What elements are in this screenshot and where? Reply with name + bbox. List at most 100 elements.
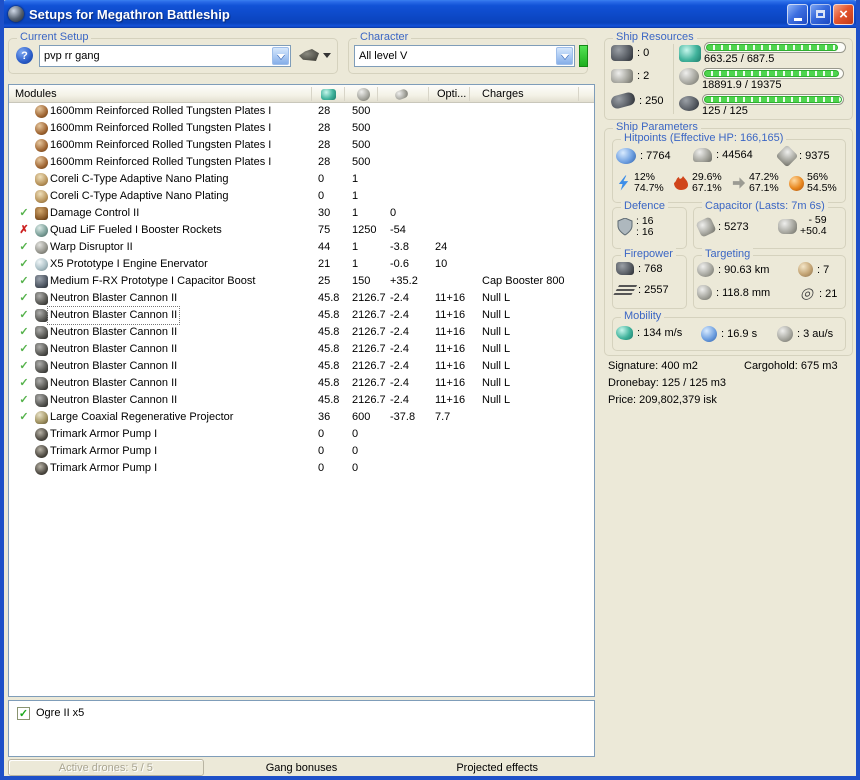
tab-projected-effects[interactable]: Projected effects (399, 759, 595, 776)
module-row[interactable]: ✓ X5 Prototype I Engine Enervator 21 1 -… (9, 256, 594, 273)
charges-column-header[interactable]: Charges (482, 85, 524, 103)
powergrid-resource: 18891.9 / 19375 (679, 68, 844, 91)
module-state-icon: ✓ (19, 394, 29, 406)
status-indicator (579, 45, 588, 67)
module-name[interactable]: Neutron Blaster Cannon II (48, 375, 179, 392)
max-targets-value: : 7 (817, 263, 830, 276)
module-row[interactable]: ✓ Neutron Blaster Cannon II 45.8 2126.7 … (9, 358, 594, 375)
module-name[interactable]: Large Coaxial Regenerative Projector (48, 409, 235, 426)
capacitor-amount-stat: : 5273 (695, 216, 749, 238)
module-row[interactable]: ✓ Neutron Blaster Cannon II 45.8 2126.7 … (9, 341, 594, 358)
targeting-label: Targeting (702, 248, 754, 261)
module-row[interactable]: ✓ Warp Disruptor II 44 1 -3.8 24 (9, 239, 594, 256)
module-name[interactable]: 1600mm Reinforced Rolled Tungsten Plates… (48, 137, 273, 154)
module-powergrid: 2126.7 (352, 292, 386, 304)
module-state-icon: ✓ (19, 411, 29, 423)
module-cpu: 44 (318, 241, 331, 253)
maximize-button[interactable] (810, 3, 831, 25)
module-row[interactable]: Trimark Armor Pump I 0 0 (9, 426, 594, 443)
capacitor-icon[interactable] (393, 85, 410, 103)
damage-control-icon (35, 207, 48, 220)
character-combobox[interactable]: All level V (354, 45, 575, 67)
module-row[interactable]: 1600mm Reinforced Rolled Tungsten Plates… (9, 103, 594, 120)
module-name[interactable]: Coreli C-Type Adaptive Nano Plating (48, 188, 231, 205)
module-row[interactable]: ✓ Neutron Blaster Cannon II 45.8 2126.7 … (9, 375, 594, 392)
optimal-column-header[interactable]: Opti... (437, 85, 466, 103)
module-name[interactable]: Trimark Armor Pump I (48, 426, 159, 443)
module-name[interactable]: 1600mm Reinforced Rolled Tungsten Plates… (48, 103, 273, 120)
module-powergrid: 0 (352, 462, 359, 474)
cap-recharge-value: +50.4 (800, 225, 827, 237)
module-name[interactable]: Coreli C-Type Adaptive Nano Plating (48, 171, 231, 188)
module-name[interactable]: X5 Prototype I Engine Enervator (48, 256, 210, 273)
chevron-down-icon[interactable] (556, 47, 573, 65)
drone-checkbox[interactable] (17, 706, 30, 720)
drone-row[interactable]: Ogre II x5 (9, 704, 594, 722)
module-row[interactable]: Coreli C-Type Adaptive Nano Plating 0 1 (9, 188, 594, 205)
module-row[interactable]: 1600mm Reinforced Rolled Tungsten Plates… (9, 137, 594, 154)
module-name[interactable]: Neutron Blaster Cannon II (48, 290, 179, 307)
tab-active-drones[interactable]: Active drones: 5 / 5 (8, 759, 204, 776)
module-cap: -2.4 (390, 377, 409, 389)
help-icon[interactable] (16, 47, 33, 64)
ship-menu-button[interactable] (299, 49, 331, 61)
module-powergrid: 2126.7 (352, 360, 386, 372)
module-name[interactable]: 1600mm Reinforced Rolled Tungsten Plates… (48, 154, 273, 171)
module-name[interactable]: Neutron Blaster Cannon II (48, 392, 179, 409)
minimize-button[interactable] (787, 3, 808, 25)
module-name[interactable]: Damage Control II (48, 205, 141, 222)
module-row[interactable]: ✓ Neutron Blaster Cannon II 45.8 2126.7 … (9, 392, 594, 409)
module-row[interactable]: Trimark Armor Pump I 0 0 (9, 460, 594, 477)
module-name[interactable]: Warp Disruptor II (48, 239, 135, 256)
sensor-strength-icon (798, 285, 815, 302)
module-name[interactable]: Neutron Blaster Cannon II (48, 358, 179, 375)
module-cap: -3.8 (390, 241, 409, 253)
current-setup-label: Current Setup (17, 31, 92, 44)
cpu-icon[interactable] (321, 85, 336, 103)
module-optimal: 11+16 (435, 360, 466, 372)
module-name[interactable]: Medium F-RX Prototype I Capacitor Boost (48, 273, 257, 290)
maximize-icon (816, 10, 825, 18)
module-name[interactable]: 1600mm Reinforced Rolled Tungsten Plates… (48, 120, 273, 137)
titlebar[interactable]: Setups for Megathron Battleship (4, 0, 856, 28)
scan-resolution-icon (697, 285, 712, 300)
module-row[interactable]: ✓ Medium F-RX Prototype I Capacitor Boos… (9, 273, 594, 290)
module-name[interactable]: Trimark Armor Pump I (48, 460, 159, 477)
turret-slots-icon (611, 45, 633, 61)
eft-window: Setups for Megathron Battleship Current … (0, 0, 860, 780)
module-name[interactable]: Neutron Blaster Cannon II (48, 324, 179, 341)
module-row[interactable]: 1600mm Reinforced Rolled Tungsten Plates… (9, 154, 594, 171)
close-button[interactable] (833, 3, 854, 25)
module-row[interactable]: Coreli C-Type Adaptive Nano Plating 0 1 (9, 171, 594, 188)
module-name[interactable]: Neutron Blaster Cannon II (46, 306, 181, 325)
tab-gang-bonuses[interactable]: Gang bonuses (204, 759, 400, 776)
module-cpu: 28 (318, 122, 331, 134)
module-row[interactable]: ✓ Large Coaxial Regenerative Projector 3… (9, 409, 594, 426)
module-name[interactable]: Quad LiF Fueled I Booster Rockets (48, 222, 224, 239)
module-powergrid: 500 (352, 105, 371, 117)
calibration-stat: : 250 (609, 91, 663, 110)
chevron-down-icon[interactable] (272, 47, 289, 65)
module-row[interactable]: ✓ Neutron Blaster Cannon II 45.8 2126.7 … (9, 290, 594, 307)
module-row[interactable]: 1600mm Reinforced Rolled Tungsten Plates… (9, 120, 594, 137)
modules-column-header[interactable]: Modules (15, 85, 57, 103)
module-name[interactable]: Neutron Blaster Cannon II (48, 341, 179, 358)
defence-stat: : 16: 16 (617, 216, 654, 238)
modules-list-header[interactable]: Modules Opti... Charges (9, 85, 594, 103)
module-name[interactable]: Trimark Armor Pump I (48, 443, 159, 460)
module-state-icon: ✓ (19, 275, 29, 287)
module-row[interactable]: Trimark Armor Pump I 0 0 (9, 443, 594, 460)
drones-list: Ogre II x5 (8, 700, 595, 757)
module-powergrid: 2126.7 (352, 394, 386, 406)
blaster-turret-icon (35, 292, 48, 305)
setup-combobox[interactable]: pvp rr gang (39, 45, 291, 67)
hitpoints-label: Hitpoints (Effective HP: 166,165) (621, 132, 787, 145)
module-row[interactable]: ✓ Damage Control II 30 1 0 (9, 205, 594, 222)
sensor-strength-stat: : 21 (798, 285, 837, 302)
signature-text: Signature: 400 m2 (608, 360, 698, 372)
adaptive-nano-icon (35, 173, 48, 186)
powergrid-icon[interactable] (357, 85, 370, 103)
module-row[interactable]: ✗ Quad LiF Fueled I Booster Rockets 75 1… (9, 222, 594, 239)
module-row[interactable]: ✓ Neutron Blaster Cannon II 45.8 2126.7 … (9, 324, 594, 341)
module-row[interactable]: ✓ Neutron Blaster Cannon II 45.8 2126.7 … (9, 306, 594, 325)
